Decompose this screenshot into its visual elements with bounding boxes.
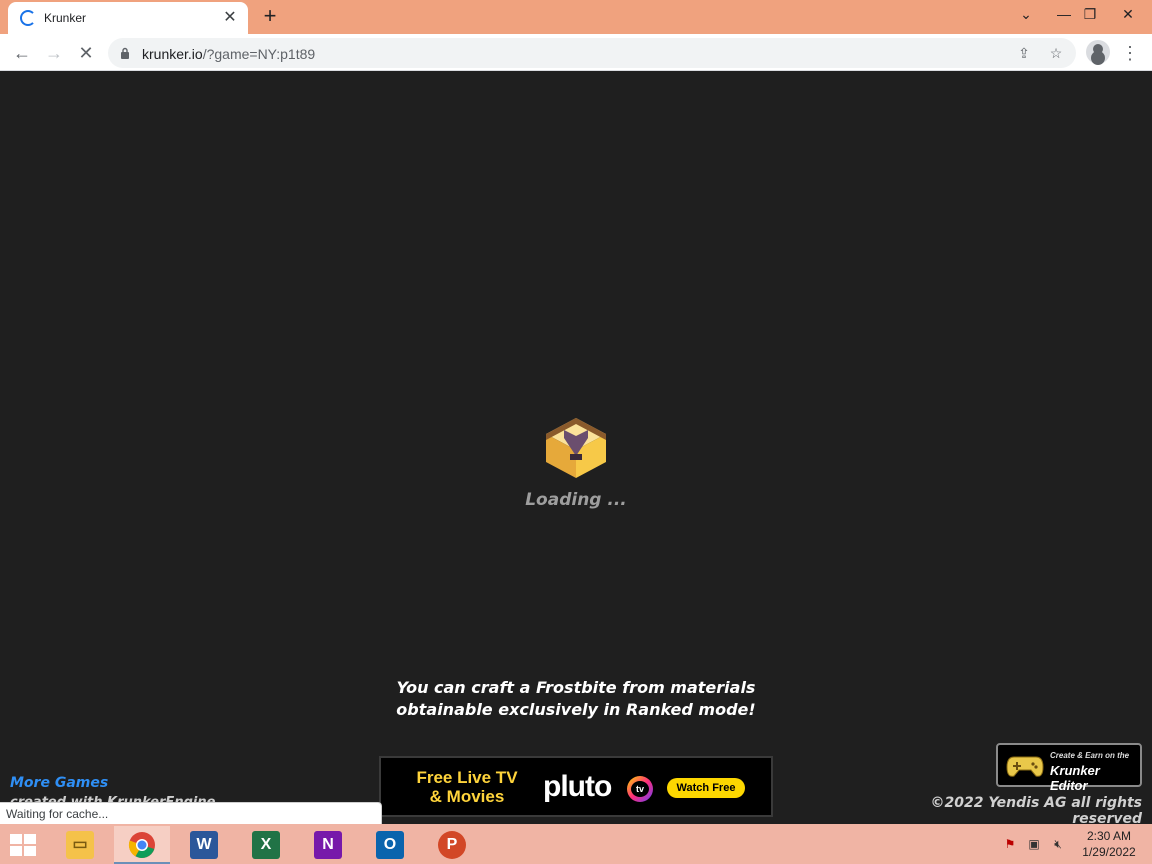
ad-line-1: Free Live TV	[416, 768, 518, 787]
taskbar-word[interactable]: W	[176, 826, 232, 864]
bookmark-star-icon[interactable]: ☆	[1046, 43, 1066, 63]
ad-line-2: & Movies	[429, 787, 505, 806]
browser-menu-button[interactable]: ⋮	[1120, 39, 1140, 67]
tab-krunker[interactable]: Krunker ✕	[8, 2, 248, 34]
volume-muted-icon[interactable]: 🔇︎	[1050, 836, 1066, 852]
browser-status-bubble: Waiting for cache...	[0, 802, 382, 824]
chrome-icon	[128, 832, 155, 859]
folder-icon: ▭	[66, 831, 94, 859]
lock-icon	[121, 47, 129, 59]
browser-toolbar: ← → ✕ krunker.io/?game=NY:p1t89 ⇪ ☆ ⋮	[0, 34, 1152, 71]
pluto-logo-text: pluto	[543, 770, 612, 803]
tab-title: Krunker	[44, 11, 87, 25]
tip-line-2: obtainable exclusively in Ranked mode!	[396, 700, 756, 719]
editor-title: Krunker Editor	[1050, 763, 1100, 793]
loading-spinner-icon	[20, 10, 36, 26]
page-viewport: Loading ... You can craft a Frostbite fr…	[0, 71, 1152, 824]
system-clock[interactable]: 2:30 AM 1/29/2022	[1072, 828, 1146, 860]
clock-date: 1/29/2022	[1082, 845, 1136, 859]
action-center-alert-icon[interactable]: ⚑	[1002, 836, 1018, 852]
windows-taskbar: ▭ W X N O P ⚑ ▣ 🔇︎ 2:30 AM 1/29/2022	[0, 824, 1152, 864]
gamepad-icon	[1006, 756, 1044, 777]
watch-free-button[interactable]: Watch Free	[667, 778, 745, 798]
pluto-tv-ad-banner[interactable]: Free Live TV & Movies pluto tv Watch Fre…	[379, 756, 773, 817]
forward-button[interactable]: →	[40, 39, 68, 67]
restore-button[interactable]: ❐	[1074, 2, 1106, 26]
taskbar-file-explorer[interactable]: ▭	[52, 826, 108, 864]
back-button[interactable]: ←	[8, 39, 36, 67]
editor-tagline: Create & Earn on the	[1050, 751, 1130, 760]
ad-headline: Free Live TV & Movies	[411, 768, 523, 806]
tab-search-chevron-icon[interactable]: ⌄	[1010, 2, 1042, 26]
clock-time: 2:30 AM	[1086, 829, 1132, 843]
taskbar-excel[interactable]: X	[238, 826, 294, 864]
browser-tabstrip: Krunker ✕ + ⌄ — ❐ ✕	[0, 0, 1152, 34]
windows-start-icon[interactable]	[8, 832, 38, 858]
taskbar-onenote[interactable]: N	[300, 826, 356, 864]
new-tab-button[interactable]: +	[258, 4, 282, 28]
share-icon[interactable]: ⇪	[1014, 43, 1034, 63]
copyright-text: ©2022 Yendis AG all rights reserved	[930, 795, 1143, 824]
close-window-button[interactable]: ✕	[1112, 2, 1144, 26]
more-games-link[interactable]: More Games	[10, 775, 108, 791]
network-disconnected-icon[interactable]: ▣	[1026, 836, 1042, 852]
url-text: krunker.io/?game=NY:p1t89	[142, 46, 315, 62]
url-path: /?game=NY:p1t89	[202, 46, 316, 62]
loading-text: Loading ...	[525, 490, 627, 510]
stop-loading-button[interactable]: ✕	[72, 39, 100, 67]
profile-avatar[interactable]	[1086, 40, 1110, 64]
powerpoint-icon: P	[438, 831, 466, 859]
pluto-tv-label: tv	[631, 781, 649, 797]
close-tab-icon[interactable]: ✕	[220, 8, 240, 28]
address-bar[interactable]: krunker.io/?game=NY:p1t89 ⇪ ☆	[108, 38, 1076, 68]
onenote-icon: N	[314, 831, 342, 859]
tip-line-1: You can craft a Frostbite from materials	[396, 678, 756, 697]
url-host: krunker.io	[142, 46, 203, 62]
game-tip: You can craft a Frostbite from materials…	[376, 677, 776, 721]
taskbar-chrome[interactable]	[114, 826, 170, 864]
krunker-cube-logo-icon	[546, 418, 606, 478]
outlook-icon: O	[376, 831, 404, 859]
word-icon: W	[190, 831, 218, 859]
taskbar-powerpoint[interactable]: P	[424, 826, 480, 864]
excel-icon: X	[252, 831, 280, 859]
krunker-editor-badge[interactable]: Create & Earn on the Krunker Editor	[996, 743, 1142, 793]
taskbar-outlook[interactable]: O	[362, 826, 418, 864]
